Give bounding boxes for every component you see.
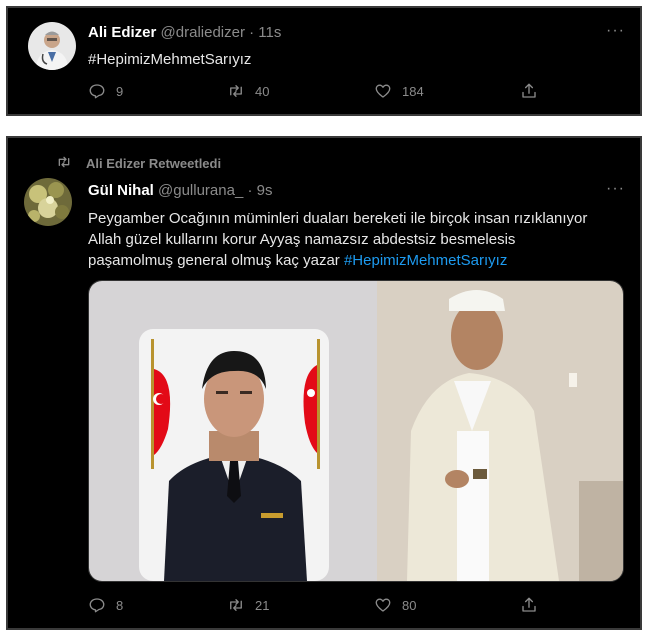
tweet-text-line: paşamolmuş general olmuş kaç yazar #Hepi… <box>88 250 638 271</box>
reply-count: 8 <box>116 597 124 613</box>
tweet-card[interactable]: Ali Edizer Retweetledi Gül Nihal @gullur… <box>6 136 642 630</box>
reply-icon <box>88 596 106 614</box>
like-icon <box>374 82 392 100</box>
like-icon <box>374 596 392 614</box>
avatar[interactable] <box>24 178 72 226</box>
like-count: 80 <box>402 597 417 613</box>
tweet-media[interactable] <box>88 280 624 582</box>
retweet-count: 21 <box>255 597 270 613</box>
retweet-button[interactable]: 21 <box>227 596 269 614</box>
retweet-icon <box>227 82 245 100</box>
share-icon <box>520 596 538 614</box>
retweet-icon <box>227 596 245 614</box>
retweet-indicator[interactable]: Ali Edizer Retweetledi <box>56 154 221 173</box>
tweet-header: Ali Edizer @draliedizer · 11s <box>88 24 281 41</box>
tweet-time[interactable]: · 9s <box>247 182 272 199</box>
share-button[interactable] <box>520 82 538 100</box>
reply-button[interactable]: 9 <box>88 82 123 100</box>
avatar[interactable] <box>28 22 76 70</box>
retweet-label: Ali Edizer Retweetledi <box>86 156 222 171</box>
tweet-actions: 8 21 80 <box>88 596 608 618</box>
hashtag-link[interactable]: #HepimizMehmetSarıyız <box>344 252 507 269</box>
tweet-text: Peygamber Ocağının müminleri duaları ber… <box>88 208 638 271</box>
tweet-text-line: Peygamber Ocağının müminleri duaları ber… <box>88 210 588 227</box>
retweet-count: 40 <box>255 83 270 99</box>
more-icon[interactable]: ··· <box>606 22 625 40</box>
tweet-time[interactable]: · 11s <box>249 24 281 41</box>
tweet-text-segment: paşamolmuş general olmuş kaç yazar <box>88 252 340 269</box>
retweet-icon <box>56 154 72 173</box>
reply-button[interactable]: 8 <box>88 596 123 614</box>
like-count: 184 <box>402 83 424 99</box>
author-name[interactable]: Gül Nihal <box>88 182 154 199</box>
like-button[interactable]: 184 <box>374 82 424 100</box>
retweet-button[interactable]: 40 <box>227 82 269 100</box>
more-icon[interactable]: ··· <box>606 180 625 198</box>
author-handle[interactable]: @draliedizer <box>161 24 245 41</box>
tweet-header: Gül Nihal @gullurana_ · 9s <box>88 182 273 199</box>
share-icon <box>520 82 538 100</box>
like-button[interactable]: 80 <box>374 596 416 614</box>
reply-icon <box>88 82 106 100</box>
author-name[interactable]: Ali Edizer <box>88 24 156 41</box>
tweet-actions: 9 40 184 <box>88 82 608 104</box>
author-handle[interactable]: @gullurana_ <box>158 182 243 199</box>
tweet-card[interactable]: Ali Edizer @draliedizer · 11s ··· #Hepim… <box>6 6 642 116</box>
tweet-text-line: Allah güzel kullarını korur Ayyaş namazs… <box>88 231 516 248</box>
hashtag-link[interactable]: #HepimizMehmetSarıyız <box>88 49 251 70</box>
tweet-media-image <box>89 281 623 581</box>
reply-count: 9 <box>116 83 124 99</box>
share-button[interactable] <box>520 596 538 614</box>
